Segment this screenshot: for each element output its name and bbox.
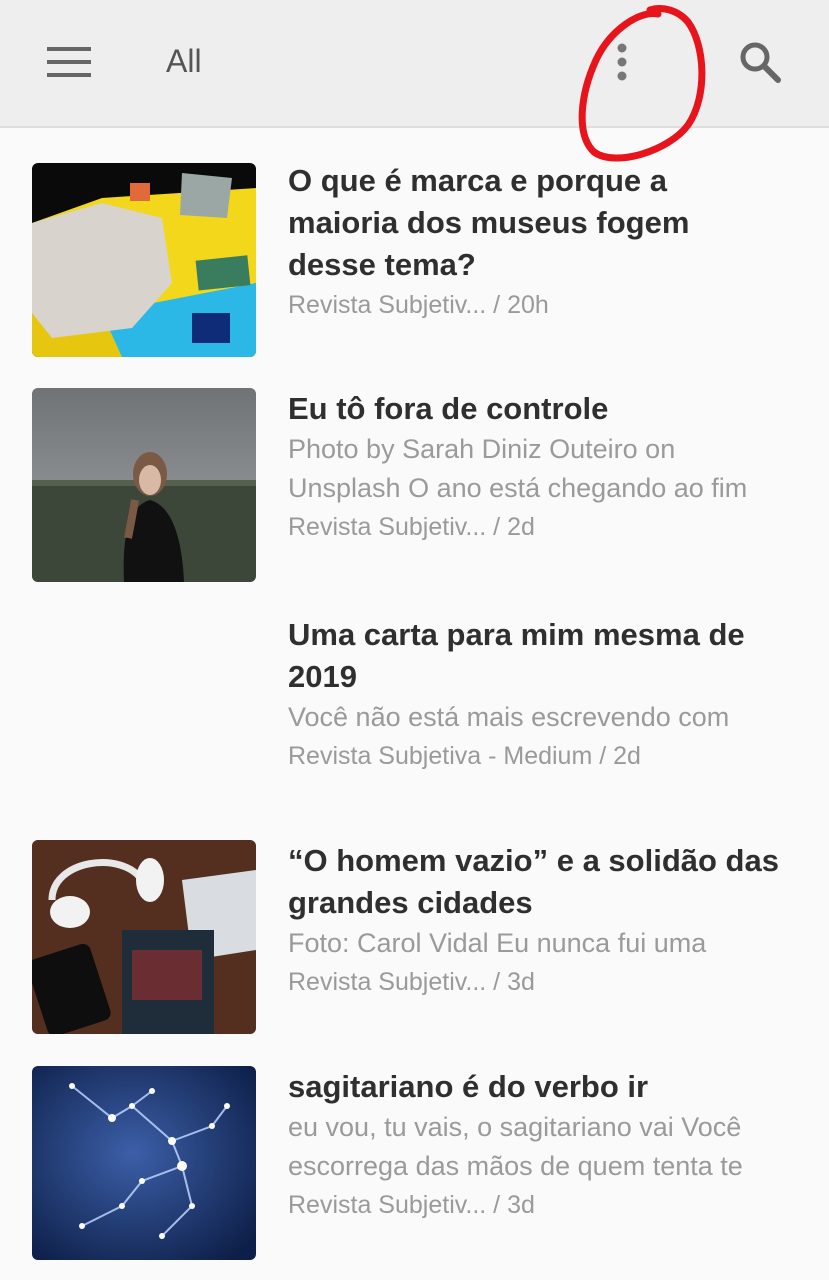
article-snippet: eu vou, tu vais, o sagitariano vai Você … xyxy=(288,1112,743,1181)
article-title: Uma carta para mim mesma de 2019 xyxy=(288,617,745,694)
article-text: Eu tô fora de controle Photo by Sarah Di… xyxy=(288,388,808,547)
more-vert-icon xyxy=(617,43,627,81)
article-title: O que é marca e porque a maioria dos mus… xyxy=(288,163,690,282)
article-thumbnail xyxy=(32,163,256,357)
article-meta: Revista Subjetiv... / 3d xyxy=(288,1191,535,1219)
search-button[interactable] xyxy=(732,36,788,88)
article-thumbnail xyxy=(32,840,256,1034)
article-meta: Revista Subjetiv... / 2d xyxy=(288,513,535,541)
search-icon xyxy=(740,42,781,83)
article-title: Eu tô fora de controle xyxy=(288,391,609,426)
article-snippet: Foto: Carol Vidal Eu nunca fui uma xyxy=(288,928,707,958)
article-snippet: Você não está mais escrevendo com xyxy=(288,702,730,732)
article-thumbnail xyxy=(32,388,256,582)
article-text: “O homem vazio” e a solidão das grandes … xyxy=(288,840,808,1002)
article-text: Uma carta para mim mesma de 2019 Você nã… xyxy=(288,614,808,776)
article-title: sagitariano é do verbo ir xyxy=(288,1069,649,1104)
feed-filter-title[interactable]: All xyxy=(166,40,202,82)
menu-button[interactable] xyxy=(40,38,98,86)
article-title: “O homem vazio” e a solidão das grandes … xyxy=(288,843,779,920)
article-text: O que é marca e porque a maioria dos mus… xyxy=(288,160,808,325)
article-snippet: Photo by Sarah Diniz Outeiro on Unsplash… xyxy=(288,434,748,503)
app-bar: All xyxy=(0,0,829,128)
article-meta: Revista Subjetiv... / 20h xyxy=(288,291,549,319)
more-options-button[interactable] xyxy=(598,36,646,88)
menu-icon xyxy=(47,47,91,77)
article-meta: Revista Subjetiv... / 3d xyxy=(288,968,535,996)
article-text: sagitariano é do verbo ir eu vou, tu vai… xyxy=(288,1066,808,1225)
article-meta: Revista Subjetiva - Medium / 2d xyxy=(288,742,641,770)
article-thumbnail xyxy=(32,1066,256,1260)
